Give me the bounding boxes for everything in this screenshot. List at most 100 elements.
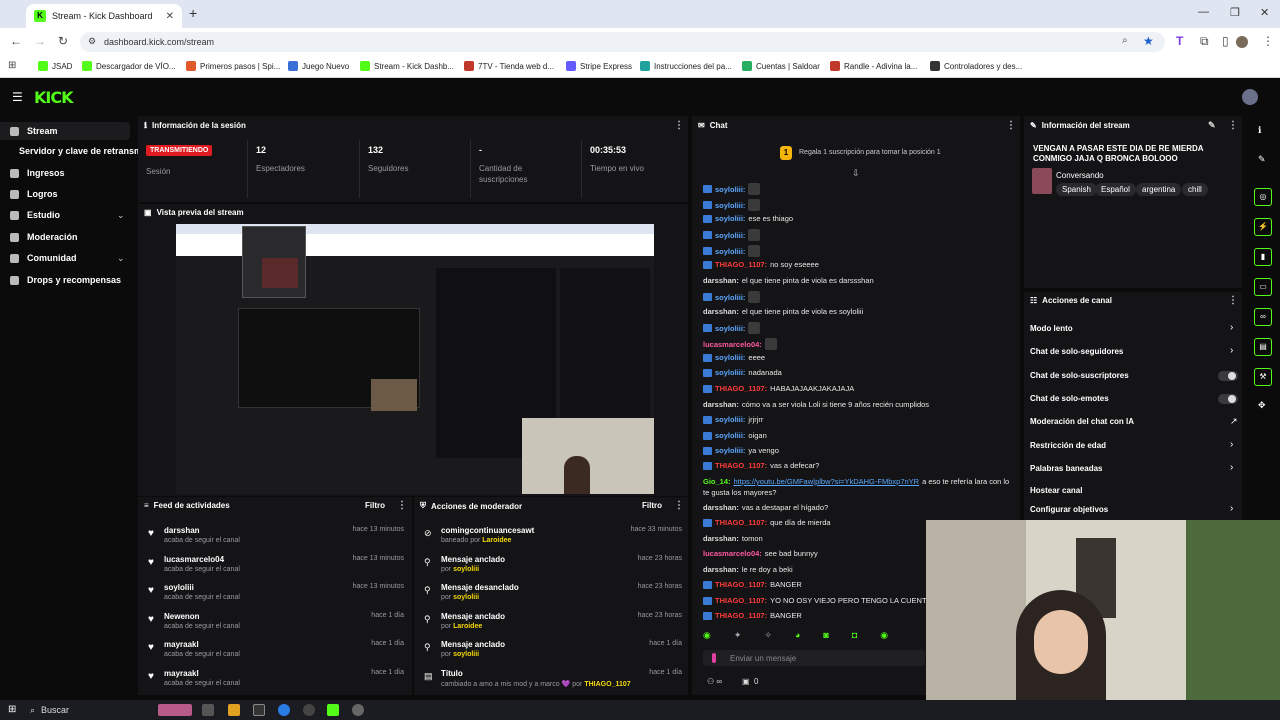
gift-counter[interactable]: ▣ 0 (742, 677, 758, 686)
chat-message[interactable]: THIAGO_1107: BANGER (703, 580, 802, 589)
user-avatar[interactable] (1242, 89, 1258, 105)
apps-grid-icon[interactable]: ⊞ (8, 60, 16, 71)
chat-message[interactable]: soyloliii: oigan (703, 431, 767, 440)
chevron-right-icon[interactable]: › (1230, 503, 1233, 514)
action-host-channel[interactable]: Hostear canal (1030, 486, 1082, 495)
quick-action-icon[interactable]: ▮ (1254, 248, 1272, 266)
info-icon[interactable]: ℹ (1258, 125, 1261, 136)
chat-message[interactable]: THIAGO_1107: que día de mierda (703, 518, 831, 527)
chat-username[interactable]: soyloliii: (715, 231, 745, 240)
quick-action-icon[interactable]: ◎ (1254, 188, 1272, 206)
chat-message[interactable]: soyloliii: jrjrjrr (703, 415, 763, 424)
chat-username[interactable]: soyloliii: (715, 201, 745, 210)
chat-message[interactable]: THIAGO_1107: no soy eseeee (703, 260, 819, 269)
bookmark-item[interactable]: Controladores y des... (930, 61, 1022, 71)
more-options-icon[interactable]: ⋮ (1006, 120, 1016, 131)
chat-username[interactable]: THIAGO_1107: (715, 461, 767, 470)
bookmark-item[interactable]: Primeros pasos | Spi... (186, 61, 280, 71)
sidebar-item-comunidad[interactable]: Comunidad (10, 253, 77, 263)
bookmark-item[interactable]: 7TV - Tienda web d... (464, 61, 554, 71)
chevron-down-icon[interactable]: ⌄ (117, 210, 125, 221)
extensions-icon[interactable]: ⧉ (1200, 34, 1209, 49)
chevron-right-icon[interactable]: › (1230, 322, 1233, 333)
chat-username[interactable]: soyloliii: (715, 415, 745, 424)
chat-message[interactable]: darsshan: le re doy a beki (703, 565, 793, 574)
tag-chip[interactable]: Spanish (1056, 183, 1097, 196)
chat-message[interactable]: darsshan: vas a destapar el hígado? (703, 503, 828, 512)
chat-message[interactable]: soyloliii: ya vengo (703, 446, 779, 455)
action-followers-only[interactable]: Chat de solo-seguidores (1030, 347, 1123, 356)
forward-icon[interactable]: → (34, 34, 46, 48)
url-input[interactable] (80, 32, 1165, 52)
chat-message[interactable]: darsshan: tomon (703, 534, 763, 543)
bookmark-item[interactable]: Stream - Kick Dashb... (360, 61, 454, 71)
app-icon[interactable] (352, 704, 364, 716)
menu-icon[interactable]: ☰ (12, 90, 23, 104)
browser-tab[interactable]: K Stream - Kick Dashboard ✕ (26, 4, 182, 28)
chat-message[interactable]: soyloliii: (703, 199, 761, 211)
chat-viewers-indicator[interactable]: ⚇ ∞ (707, 677, 722, 686)
tag-chip[interactable]: Español (1095, 183, 1136, 196)
chat-username[interactable]: soyloliii: (715, 324, 745, 333)
chat-message[interactable]: soyloliii: (703, 183, 761, 195)
chat-message[interactable]: soyloliii: (703, 229, 761, 241)
chat-message[interactable]: soyloliii: nadanada (703, 368, 782, 377)
chat-message[interactable]: darsshan: el que tiene pinta de viola es … (703, 307, 863, 316)
settings-icon[interactable] (303, 704, 315, 716)
chat-username[interactable]: soyloliii: (715, 185, 745, 194)
category-name[interactable]: Conversando (1056, 171, 1104, 180)
bookmark-item[interactable]: Descargador de VÍO... (82, 61, 176, 71)
chat-message[interactable]: darsshan: cómo va a ser viola Loli si tie… (703, 400, 929, 409)
chat-username[interactable]: THIAGO_1107: (715, 580, 767, 589)
store-icon[interactable] (253, 704, 265, 716)
action-configure-goals[interactable]: Configurar objetivos (1030, 505, 1108, 514)
chat-username[interactable]: THIAGO_1107: (715, 260, 767, 269)
bookmark-item[interactable]: Stripe Express (566, 61, 632, 71)
file-explorer-icon[interactable] (228, 704, 240, 716)
bookmark-item[interactable]: Cuentas | Saldoar (742, 61, 820, 71)
edit-icon[interactable]: ✎ (1258, 154, 1266, 165)
chat-username[interactable]: soyloliii: (715, 293, 745, 302)
chat-username[interactable]: soyloliii: (715, 368, 745, 377)
chat-username[interactable]: darsshan: (703, 400, 739, 409)
task-view-icon[interactable] (202, 704, 214, 716)
chat-message[interactable]: THIAGO_1107: BANGER (703, 611, 802, 620)
chevron-right-icon[interactable]: › (1230, 345, 1233, 356)
back-icon[interactable]: ← (10, 34, 22, 48)
quick-action-icon[interactable]: ▭ (1254, 278, 1272, 296)
chat-username[interactable]: THIAGO_1107: (715, 596, 767, 605)
minimize-icon[interactable]: — (1198, 6, 1209, 18)
chat-username[interactable]: darsshan: (703, 534, 739, 543)
quick-action-icon[interactable]: ∞ (1254, 308, 1272, 326)
obs-icon[interactable] (327, 704, 339, 716)
sidebar-item-ingresos[interactable]: Ingresos (10, 168, 65, 178)
tag-chip[interactable]: chill (1182, 183, 1208, 196)
zoom-icon[interactable]: ⌕ (1122, 35, 1128, 46)
chat-username[interactable]: darsshan: (703, 276, 739, 285)
chat-message[interactable]: te gusta los mayores? (703, 488, 776, 497)
chat-message[interactable]: THIAGO_1107: YO NO OSY VIEJO PERO TENGO L… (703, 596, 949, 605)
browser-menu-icon[interactable]: ⋮ (1262, 34, 1274, 48)
chat-username[interactable]: darsshan: (703, 503, 739, 512)
sidebar-item-logros[interactable]: Logros (10, 189, 58, 199)
chat-username[interactable]: soyloliii: (715, 353, 745, 362)
emotes-only-toggle[interactable] (1218, 394, 1238, 404)
chat-message[interactable]: soyloliii: (703, 322, 761, 334)
chrome-icon[interactable] (278, 704, 290, 716)
chat-username[interactable]: Gio_14: (703, 477, 731, 486)
close-tab-icon[interactable]: ✕ (166, 11, 174, 22)
action-slow-mode[interactable]: Modo lento (1030, 324, 1073, 333)
gift-sub-promo[interactable]: Regala 1 suscripción para tomar la posic… (799, 149, 941, 156)
reload-icon[interactable]: ↻ (58, 34, 68, 48)
chat-username[interactable]: THIAGO_1107: (715, 611, 767, 620)
quick-action-icon[interactable]: ⚡ (1254, 218, 1272, 236)
emote-icon[interactable]: ◕ (795, 630, 800, 644)
chat-message[interactable]: soyloliii: ese es thiago (703, 214, 793, 223)
emote-icon[interactable]: ◉ (880, 630, 888, 644)
chat-username[interactable]: lucasmarcelo04: (703, 340, 762, 349)
activity-filter-button[interactable]: Filtro (365, 501, 385, 510)
sidebar-item-stream[interactable]: Stream (0, 122, 130, 140)
quick-action-icon[interactable]: ⚒ (1254, 368, 1272, 386)
chat-message[interactable]: soyloliii: eeee (703, 353, 765, 362)
subs-only-toggle[interactable] (1218, 371, 1238, 381)
